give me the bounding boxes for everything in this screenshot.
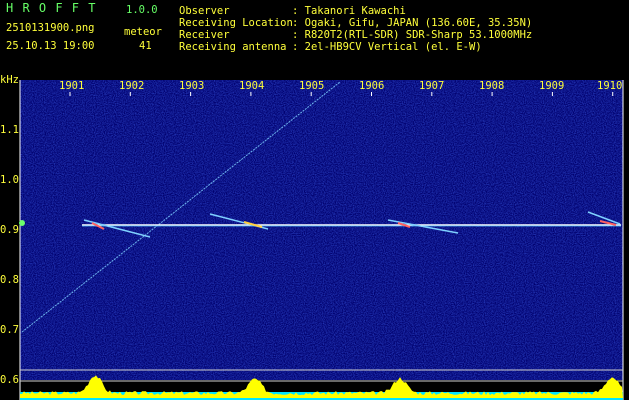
y-tick-label: 1.0 [0,174,19,186]
x-tick-label: 1903 [179,80,205,92]
x-tick-label: 1910 [597,80,623,92]
y-tick-label: 0.7 [0,324,19,336]
x-tick-label: 1902 [119,80,145,92]
x-tick-label: 1907 [419,80,445,92]
y-tick-label: 0.8 [0,274,19,286]
spectrogram [19,80,624,400]
x-tick-label: 1909 [539,80,565,92]
y-axis-unit: kHz [0,74,19,86]
marker-left [19,220,25,226]
y-tick-label: 1.1 [0,124,19,136]
x-tick-label: 1901 [59,80,85,92]
noise-texture [20,80,623,380]
x-tick-label: 1905 [299,80,325,92]
x-tick-label: 1908 [479,80,505,92]
y-tick-label: 0.9 [0,224,19,236]
y-tick-label: 0.6 [0,374,19,386]
x-tick-label: 1904 [239,80,265,92]
x-tick-label: 1906 [359,80,385,92]
